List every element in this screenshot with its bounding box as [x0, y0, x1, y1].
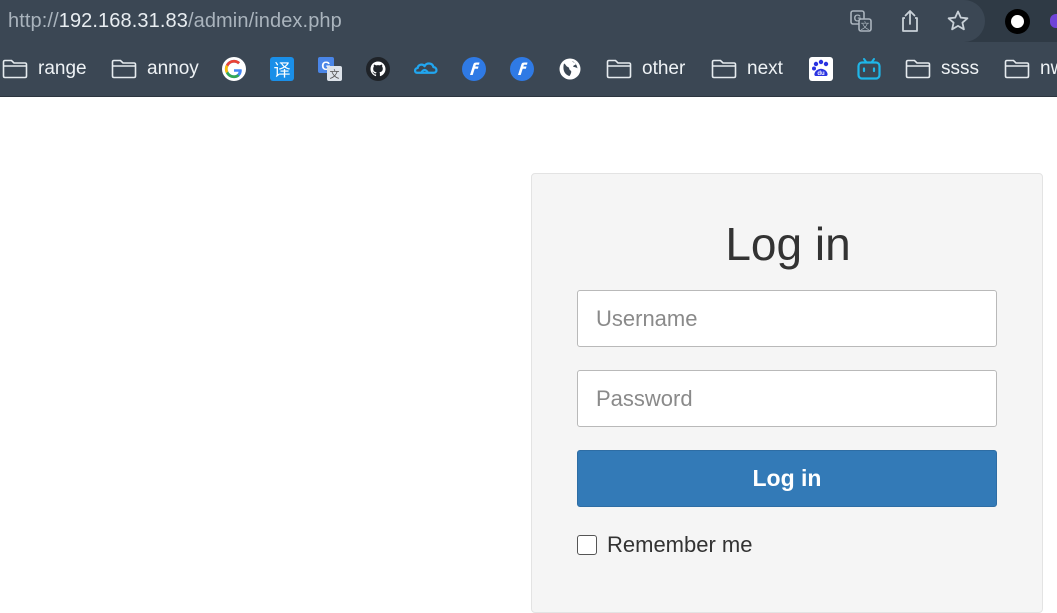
profile-icon[interactable]: [1005, 9, 1030, 34]
url-host: 192.168.31.83: [58, 10, 188, 32]
remember-me-checkbox[interactable]: [577, 535, 597, 555]
folder-icon: [711, 59, 737, 79]
globe-icon[interactable]: [557, 56, 583, 82]
baidu-icon[interactable]: du: [808, 56, 834, 82]
bookmark-label: annoy: [147, 58, 199, 79]
extension-icon[interactable]: [1050, 14, 1057, 28]
password-input[interactable]: [577, 370, 997, 427]
bookmark-folder-annoy[interactable]: annoy: [111, 55, 199, 83]
svg-text:du: du: [817, 71, 825, 77]
github-icon[interactable]: [365, 56, 391, 82]
google-translate-icon[interactable]: G 文: [317, 56, 343, 82]
svg-text:译: 译: [274, 61, 291, 81]
remember-me[interactable]: Remember me: [577, 532, 752, 558]
bilibili-icon[interactable]: [856, 56, 882, 82]
share-icon[interactable]: [897, 8, 923, 34]
bookmark-folder-nw[interactable]: nw: [1004, 55, 1057, 83]
translate-yi-icon[interactable]: 译: [269, 56, 295, 82]
remember-me-label: Remember me: [607, 532, 753, 557]
url-scheme: http://: [8, 10, 59, 32]
url-text[interactable]: http://192.168.31.83/admin/index.php: [8, 8, 342, 34]
folder-icon: [606, 59, 632, 79]
bookmark-label: other: [642, 58, 686, 79]
bookmark-label: range: [38, 58, 87, 79]
translate-icon[interactable]: G 文: [848, 8, 874, 34]
bookmark-folder-other[interactable]: other: [606, 55, 685, 83]
login-title: Log in: [725, 218, 851, 270]
cloud-icon[interactable]: [413, 56, 439, 82]
folder-icon: [2, 59, 28, 79]
bookmark-folder-ssss[interactable]: ssss: [905, 55, 979, 83]
svg-text:文: 文: [330, 68, 340, 81]
bookmarks-bar: range annoy 译 G 文 other next du ssss n: [0, 42, 1057, 97]
bookmark-folder-next[interactable]: next: [711, 55, 783, 83]
folder-icon: [905, 59, 931, 79]
f-app-icon[interactable]: [461, 56, 487, 82]
browser-address-bar: http://192.168.31.83/admin/index.php G 文: [0, 0, 1057, 42]
login-button[interactable]: Log in: [577, 450, 997, 507]
f-app-icon-2[interactable]: [509, 56, 535, 82]
folder-icon: [111, 59, 137, 79]
google-icon[interactable]: [221, 56, 247, 82]
username-input[interactable]: [577, 290, 997, 347]
bookmark-label: ssss: [941, 58, 979, 79]
bookmark-folder-range[interactable]: range: [2, 55, 87, 83]
folder-icon: [1004, 59, 1030, 79]
login-panel: Log in Log in Remember me: [531, 173, 1043, 613]
url-path: /admin/index.php: [187, 10, 342, 32]
bookmark-label: next: [747, 58, 783, 79]
bookmark-star-icon[interactable]: [945, 8, 971, 34]
url-field[interactable]: http://192.168.31.83/admin/index.php G 文: [0, 0, 985, 42]
svg-text:文: 文: [860, 20, 869, 32]
bookmark-label: nw: [1040, 58, 1057, 79]
